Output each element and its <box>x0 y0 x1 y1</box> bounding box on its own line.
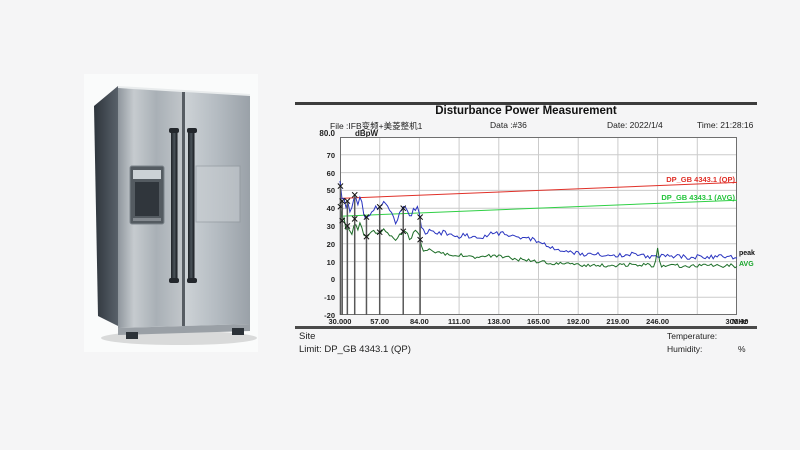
temperature-label: Temperature: <box>667 331 718 341</box>
x-tick-label: 219.00 <box>606 317 630 326</box>
x-tick-label: 192.00 <box>566 317 590 326</box>
qp-limit-label: DP_GB 4343.1 (QP) <box>666 175 735 184</box>
measurement-report: Disturbance Power Measurement File :IFB变… <box>295 100 757 358</box>
right-door-handle <box>188 130 195 282</box>
dispenser-recess <box>135 182 159 216</box>
peak-trace-label: peak <box>739 250 755 257</box>
y-axis-top-value: 80.0 <box>319 129 335 138</box>
y-tick-label: 70 <box>326 150 335 160</box>
y-tick-label: 10 <box>326 257 335 267</box>
bottom-divider <box>295 326 757 329</box>
page-background: Disturbance Power Measurement File :IFB变… <box>0 0 800 450</box>
data-field: Data :#36 <box>490 120 527 130</box>
x-tick-label: 57.00 <box>370 317 390 326</box>
report-title: Disturbance Power Measurement <box>435 105 617 117</box>
humidity-label: Humidity: <box>667 344 703 354</box>
avg-limit-label: DP_GB 4343.1 (AVG) <box>661 193 735 202</box>
x-tick-label: 165.00 <box>527 317 550 326</box>
fridge-foot-left <box>126 332 138 339</box>
home-bar-panel <box>195 165 241 223</box>
refrigerator-photo <box>84 74 258 352</box>
site-label: Site <box>299 331 316 342</box>
y-tick-label: 30 <box>326 222 335 231</box>
date-field: Date: 2022/1/4 <box>607 120 663 130</box>
humidity-unit: % <box>738 344 746 354</box>
right-handle-mount-bottom <box>187 278 197 283</box>
x-tick-label: 138.00 <box>487 317 511 326</box>
dispenser-tray <box>133 218 161 221</box>
left-door-handle <box>171 130 178 282</box>
left-handle-mount <box>169 128 179 133</box>
y-tick-label: 40 <box>326 204 335 214</box>
y-tick-label: 60 <box>326 168 335 178</box>
x-axis-unit: MHz <box>732 317 748 326</box>
x-tick-label: 30.000 <box>328 317 352 326</box>
y-tick-label: 20 <box>326 239 335 249</box>
time-field: Time: 21:28:16 <box>697 120 754 130</box>
x-tick-label: 84.00 <box>410 317 429 326</box>
dispenser-display <box>133 170 161 179</box>
y-tick-label: -10 <box>324 293 335 303</box>
left-handle-mount-bottom <box>169 278 179 283</box>
refrigerator-illustration <box>84 74 258 352</box>
avg-trace-label: AVG <box>739 261 754 268</box>
chart-plot-area <box>337 137 738 315</box>
right-handle-mount <box>187 128 197 133</box>
limit-label: Limit: DP_GB 4343.1 (QP) <box>299 344 411 355</box>
y-tick-label: 50 <box>326 186 335 196</box>
x-tick-label: 246.00 <box>646 317 670 326</box>
y-tick-label: 0 <box>330 275 335 285</box>
door-gap <box>182 92 185 326</box>
x-tick-label: 111.00 <box>448 317 471 326</box>
fridge-foot-right <box>232 328 244 335</box>
fridge-side-panel <box>94 86 118 326</box>
